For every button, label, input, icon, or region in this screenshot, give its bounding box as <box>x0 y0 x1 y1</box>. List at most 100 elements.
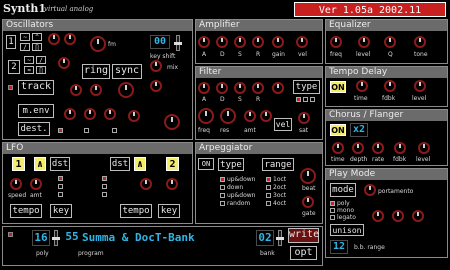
dest-osc2-check[interactable] <box>58 128 63 133</box>
menv-button[interactable]: m.env <box>18 104 54 118</box>
lfo1-dest-osc[interactable] <box>58 176 63 181</box>
eq-level-knob[interactable] <box>358 36 370 48</box>
filter-amt-knob[interactable] <box>272 82 284 94</box>
lfo2-tempo-button[interactable]: tempo <box>120 204 152 218</box>
amp-d-knob[interactable] <box>216 36 228 48</box>
opt-button[interactable]: opt <box>290 246 317 260</box>
lfo1-tempo-button[interactable]: tempo <box>10 204 42 218</box>
poly-mode-poly[interactable] <box>330 201 335 206</box>
filter-s-knob[interactable] <box>234 82 246 94</box>
arp-on-button[interactable]: ON <box>198 158 214 170</box>
arp-type-down[interactable] <box>220 185 225 190</box>
osc1-wave-saw[interactable]: / <box>20 43 30 51</box>
arp-range-1oct[interactable] <box>266 177 271 182</box>
bend-range-display[interactable]: 12 <box>330 240 348 254</box>
filter-freq-knob[interactable] <box>198 108 214 124</box>
chorus-fdbk-knob[interactable] <box>394 142 406 154</box>
osc1-wave-sine[interactable]: ~ <box>20 33 30 41</box>
chorus-mode-display[interactable]: x2 <box>350 123 368 137</box>
delay-on-toggle[interactable]: ON <box>330 81 346 93</box>
arp-range-button[interactable]: range <box>262 158 294 171</box>
bank-number-display[interactable]: 02 <box>256 230 274 246</box>
osc1-pw-knob[interactable] <box>48 33 60 45</box>
delay-level-knob[interactable] <box>414 80 426 92</box>
osc-level-knob[interactable] <box>150 80 162 92</box>
osc-amt-knob[interactable] <box>118 82 134 98</box>
poly-count-display[interactable]: 16 <box>32 230 50 246</box>
osc2-wave-noise[interactable]: ≈ <box>24 66 34 74</box>
lfo2-dest-fm[interactable] <box>102 184 107 189</box>
poly-mode-mono[interactable] <box>330 208 335 213</box>
delay-fdbk-knob[interactable] <box>384 80 396 92</box>
amp-vel-knob[interactable] <box>296 36 308 48</box>
chorus-rate-knob[interactable] <box>372 142 384 154</box>
lfo2-dst-button[interactable]: dst <box>110 157 130 171</box>
lfo1-speed-knob[interactable] <box>10 178 22 190</box>
filter-res-knob[interactable] <box>220 108 236 124</box>
lfo2-key-button[interactable]: key <box>158 204 180 218</box>
amp-a-knob[interactable] <box>198 36 210 48</box>
unison-knob-1[interactable] <box>372 210 384 222</box>
poly-mode-legato[interactable] <box>330 215 335 220</box>
amp-s-knob[interactable] <box>234 36 246 48</box>
arp-range-2oct[interactable] <box>266 185 271 190</box>
lfo1-wave-button[interactable]: ∧ <box>34 157 46 171</box>
lfo2-dest-pw[interactable] <box>102 192 107 197</box>
arp-type-button[interactable]: type <box>218 158 244 171</box>
arp-type-updown[interactable] <box>220 193 225 198</box>
lfo1-dst-button[interactable]: dst <box>50 157 70 171</box>
osc1-det-knob[interactable] <box>64 33 76 45</box>
filter-d-knob[interactable] <box>216 82 228 94</box>
track-led[interactable] <box>8 85 13 90</box>
program-number-display[interactable]: 55 <box>64 230 80 246</box>
filter-vel-button[interactable]: vel <box>274 118 292 131</box>
unison-knob-3[interactable] <box>412 210 424 222</box>
filter-amt2-knob[interactable] <box>244 110 256 122</box>
osc-mix-knob[interactable] <box>150 60 162 72</box>
filter-type-button[interactable]: type <box>293 80 320 94</box>
chorus-level-knob[interactable] <box>418 142 430 154</box>
filter-track-knob[interactable] <box>260 110 272 122</box>
lfo1-dest-pw[interactable] <box>58 192 63 197</box>
write-button[interactable]: write <box>288 228 319 243</box>
sync-button[interactable]: sync <box>112 64 142 79</box>
arp-range-4oct[interactable] <box>266 201 271 206</box>
osc2-tune-knob[interactable] <box>70 84 82 96</box>
chorus-depth-knob[interactable] <box>352 142 364 154</box>
track-button[interactable]: track <box>18 80 54 95</box>
arp-range-3oct[interactable] <box>266 193 271 198</box>
ring-button[interactable]: ring <box>82 64 110 79</box>
eq-q-knob[interactable] <box>384 36 396 48</box>
osc1-pw-knob-2[interactable] <box>128 110 140 122</box>
lfo1-dest-fm[interactable] <box>58 184 63 189</box>
lfo1-key-button[interactable]: key <box>50 204 72 218</box>
lfo1-amt-knob[interactable] <box>30 178 42 190</box>
osc2-pw-knob[interactable] <box>58 57 70 69</box>
filter-type-lp12[interactable] <box>303 97 308 102</box>
dest-fm-check[interactable] <box>84 128 89 133</box>
chorus-time-knob[interactable] <box>332 142 344 154</box>
arp-type-up[interactable] <box>220 177 225 182</box>
arp-type-random[interactable] <box>220 201 225 206</box>
eq-tone-knob[interactable] <box>414 36 426 48</box>
osc2-wave-square[interactable]: ∏ <box>36 66 46 74</box>
filter-a-knob[interactable] <box>198 82 210 94</box>
key-shift-slider[interactable] <box>174 35 182 51</box>
menv-d-knob[interactable] <box>84 108 96 120</box>
portamento-knob[interactable] <box>364 184 376 196</box>
dest-button[interactable]: dest. <box>18 122 50 136</box>
arp-gate-knob[interactable] <box>302 196 314 208</box>
lfo2-amt-knob[interactable] <box>166 178 178 190</box>
filter-r-knob[interactable] <box>252 82 264 94</box>
bank-slider[interactable] <box>276 230 284 246</box>
osc2-ftune-knob[interactable] <box>90 84 102 96</box>
key-shift-display[interactable]: 00 <box>150 35 170 49</box>
lfo2-wave-button[interactable]: ∧ <box>134 157 146 171</box>
amp-r-knob[interactable] <box>252 36 264 48</box>
poly-count-slider[interactable] <box>52 230 60 246</box>
program-name-display[interactable]: Summa & DocT-Bank <box>82 230 248 246</box>
playmode-mode-button[interactable]: mode <box>330 183 356 197</box>
lfo2-dest-osc[interactable] <box>102 176 107 181</box>
menv-amt-knob[interactable] <box>104 108 116 120</box>
osc1-wave-tri[interactable]: ^ <box>32 33 42 41</box>
